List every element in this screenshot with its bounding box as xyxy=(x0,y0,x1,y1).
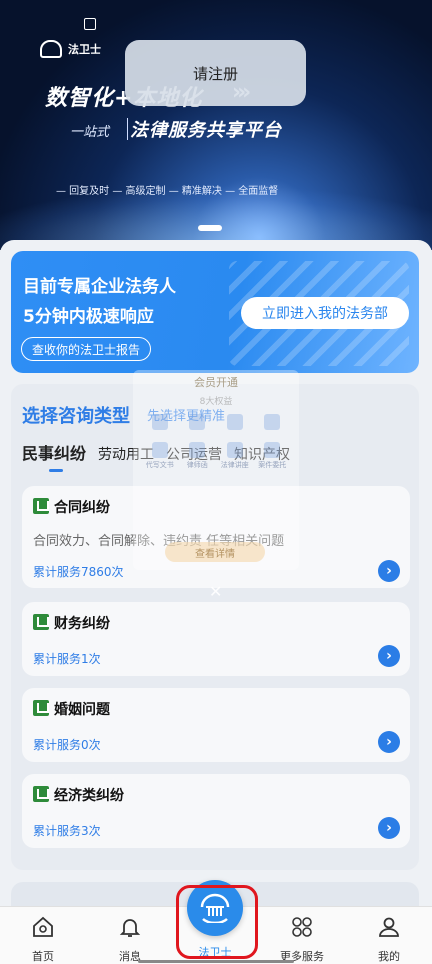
card-count: 累计服务3次 xyxy=(33,824,101,838)
card-title: 合同纠纷 xyxy=(54,500,110,516)
view-details-button[interactable]: 查看详情 xyxy=(165,542,265,562)
hero-divider xyxy=(127,118,128,140)
hero-subtitle: 法律服务共享平台 xyxy=(130,120,282,141)
card-title: 婚姻问题 xyxy=(54,702,110,718)
banner-line2: 5分钟内极速响应 xyxy=(23,307,154,327)
benefit-icon xyxy=(264,442,281,458)
banner-line1: 目前专属企业法务人 xyxy=(23,277,176,297)
chevron-right-icon[interactable]: › xyxy=(378,560,400,582)
popup-title: 会员开通 xyxy=(194,376,238,389)
highlight-box xyxy=(176,885,258,959)
grid-icon xyxy=(292,917,312,937)
category-icon xyxy=(33,614,49,630)
card-title: 经济类纠纷 xyxy=(54,788,124,804)
popup-subtitle: 8大权益 xyxy=(199,397,233,407)
court-icon xyxy=(40,40,62,58)
close-icon[interactable]: ✕ xyxy=(209,582,222,601)
benefit-icon xyxy=(189,442,206,458)
active-tab-indicator xyxy=(49,469,63,472)
hero-banner: 法卫士 数智化+本地化 ››› 一站式 法律服务共享平台 — 回复及时 — 高级… xyxy=(0,0,432,250)
benefit-item: 案件委托 xyxy=(254,442,292,470)
tab-civil[interactable]: 民事纠纷 xyxy=(22,440,86,464)
consult-title: 选择咨询类型 xyxy=(22,406,130,427)
benefit-item xyxy=(254,414,292,432)
home-indicator xyxy=(138,960,294,963)
card-count: 累计服务1次 xyxy=(33,652,101,666)
benefit-item xyxy=(141,414,179,432)
brand-logo: 法卫士 xyxy=(40,40,101,58)
consult-card-finance[interactable]: 财务纠纷 累计服务1次 › xyxy=(22,602,410,676)
enter-legal-dept-button[interactable]: 立即进入我的法务部 xyxy=(241,297,409,329)
benefit-item: 法律讲座 xyxy=(216,442,254,470)
membership-popup: 会员开通 8大权益 代写文书 律师函 法律讲座 案件委托 查看详情 xyxy=(133,370,299,570)
nav-messages[interactable]: 消息 xyxy=(95,915,165,964)
category-icon xyxy=(33,786,49,802)
benefit-icon xyxy=(226,442,243,458)
benefit-item: 律师函 xyxy=(179,442,217,470)
benefit-item xyxy=(179,414,217,432)
benefit-icon xyxy=(151,442,168,458)
card-count: 累计服务7860次 xyxy=(33,565,124,579)
benefit-icon xyxy=(189,414,206,430)
bell-icon xyxy=(119,919,141,937)
benefit-item xyxy=(216,414,254,432)
chevron-right-icon[interactable]: › xyxy=(378,645,400,667)
register-toast: 请注册 xyxy=(125,40,306,106)
chevron-right-icon[interactable]: › xyxy=(378,731,400,753)
view-report-button[interactable]: 查收你的法卫士报告 xyxy=(21,337,152,361)
legal-dept-banner[interactable]: 目前专属企业法务人 5分钟内极速响应 查收你的法卫士报告 立即进入我的法务部 xyxy=(11,251,419,373)
benefit-item: 代写文书 xyxy=(141,442,179,470)
card-title: 财务纠纷 xyxy=(54,616,110,632)
home-icon xyxy=(33,916,53,937)
play-icon xyxy=(84,18,96,30)
card-count: 累计服务0次 xyxy=(33,738,101,752)
hero-features: — 回复及时 — 高级定制 — 精准解决 — 全面监督 xyxy=(56,186,279,197)
consult-card-economic[interactable]: 经济类纠纷 累计服务3次 › xyxy=(22,774,410,848)
benefit-icon xyxy=(226,414,243,430)
benefit-grid: 代写文书 律师函 法律讲座 案件委托 xyxy=(141,414,291,470)
carousel-indicator xyxy=(198,225,222,231)
consult-card-marriage[interactable]: 婚姻问题 累计服务0次 › xyxy=(22,688,410,762)
user-icon xyxy=(379,917,399,937)
category-icon xyxy=(33,498,49,514)
nav-home[interactable]: 首页 xyxy=(8,915,78,964)
nav-more-services[interactable]: 更多服务 xyxy=(267,915,337,964)
benefit-icon xyxy=(264,414,281,430)
chevron-right-icon[interactable]: › xyxy=(378,817,400,839)
hero-subtitle-left: 一站式 xyxy=(70,125,110,140)
nav-profile[interactable]: 我的 xyxy=(354,915,424,964)
benefit-icon xyxy=(151,414,168,430)
category-icon xyxy=(33,700,49,716)
